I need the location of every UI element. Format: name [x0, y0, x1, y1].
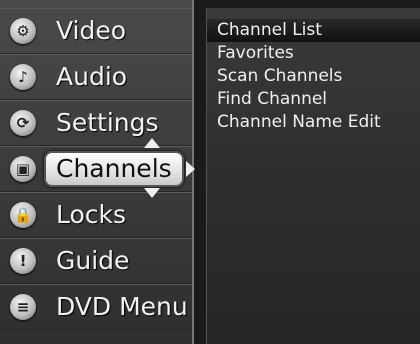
menu-item-settings[interactable]: ⟳ Settings	[0, 100, 192, 146]
menu-item-dvd-menu[interactable]: ≡ DVD Menu	[0, 284, 192, 330]
up-arrow-icon[interactable]	[144, 138, 160, 148]
menu-item-video[interactable]: ⚙ Video	[0, 8, 192, 54]
menu-item-label: Settings	[56, 107, 159, 137]
video-settings-icon: ⚙	[10, 17, 36, 44]
menu-item-guide[interactable]: ! Guide	[0, 238, 192, 284]
selected-item-label: Channels	[56, 154, 172, 183]
menu-item-label: Guide	[56, 245, 130, 275]
exclamation-icon: !	[10, 247, 36, 274]
lock-icon: 🔒	[10, 201, 36, 228]
channels-submenu: Channel List Favorites Scan Channels Fin…	[206, 8, 420, 344]
submenu-item-scan-channels[interactable]: Scan Channels	[207, 65, 420, 88]
menu-item-locks[interactable]: 🔒 Locks	[0, 192, 192, 238]
tv-icon: ▣	[10, 155, 36, 182]
down-arrow-icon[interactable]	[144, 188, 160, 198]
menu-item-audio[interactable]: ♪ Audio	[0, 54, 192, 100]
menu-item-label: Video	[56, 15, 127, 45]
submenu-item-channel-name-edit[interactable]: Channel Name Edit	[207, 111, 420, 134]
dvd-menu-icon: ≡	[10, 293, 36, 320]
menu-item-label: Locks	[56, 199, 127, 229]
submenu-item-find-channel[interactable]: Find Channel	[207, 88, 420, 111]
settings-icon: ⟳	[10, 109, 36, 136]
submenu-item-favorites[interactable]: Favorites	[207, 42, 420, 65]
submenu-item-channel-list[interactable]: Channel List	[207, 19, 420, 42]
menu-item-label: DVD Menu	[56, 291, 188, 321]
menu-item-label: Audio	[56, 61, 128, 91]
speaker-icon: ♪	[10, 63, 36, 90]
right-arrow-icon[interactable]	[186, 161, 195, 177]
